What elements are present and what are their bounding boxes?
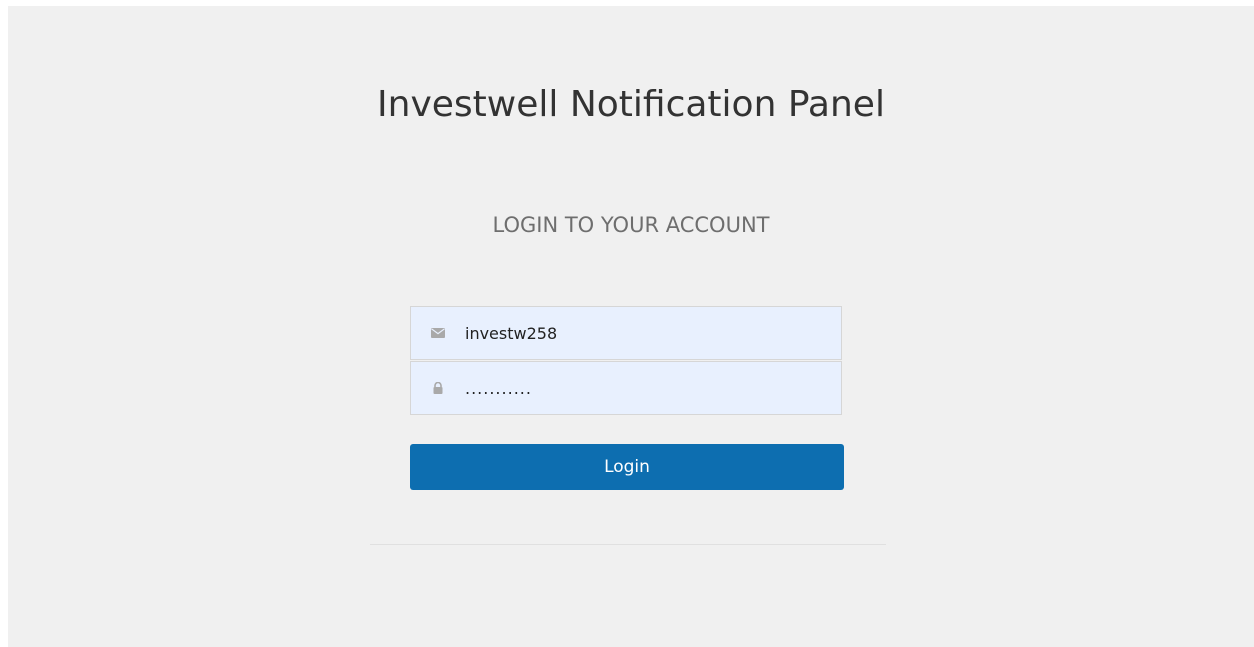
password-input[interactable] xyxy=(465,362,825,414)
lock-icon xyxy=(433,382,443,394)
login-subtitle: LOGIN TO YOUR ACCOUNT xyxy=(492,213,770,237)
password-field[interactable] xyxy=(410,361,842,415)
divider xyxy=(370,544,886,545)
login-button[interactable]: Login xyxy=(410,444,844,490)
username-field[interactable] xyxy=(410,306,842,360)
login-panel: Investwell Notification Panel LOGIN TO Y… xyxy=(8,6,1254,647)
username-input[interactable] xyxy=(465,307,825,359)
envelope-icon xyxy=(431,328,445,338)
page-title: Investwell Notification Panel xyxy=(377,84,885,125)
